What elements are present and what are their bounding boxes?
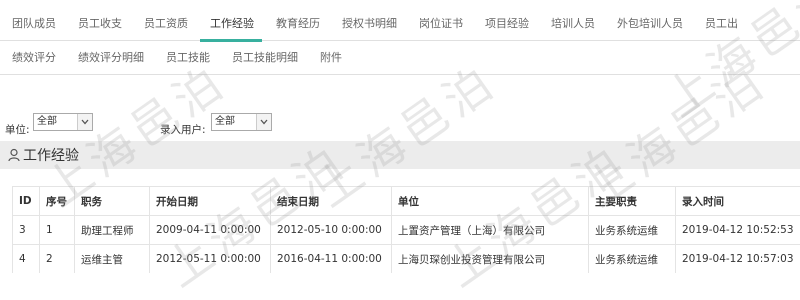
table-header-row: ID 序号 职务 开始日期 结束日期 单位 主要职责 录入时间	[13, 187, 800, 216]
unit-select-value: 全部	[37, 116, 57, 127]
filter-bar: 单位: 全部 录入用户: 全部	[0, 113, 800, 135]
unit-select[interactable]: 全部	[33, 113, 93, 131]
cell-entry-time: 2019-04-12 10:57:03	[676, 245, 800, 274]
user-icon	[8, 148, 20, 162]
user-select-value: 全部	[215, 116, 235, 127]
column-header-id[interactable]: ID	[13, 187, 40, 216]
cell-entry-time: 2019-04-12 10:52:53	[676, 216, 800, 245]
cell-position: 运维主管	[75, 245, 150, 274]
table-row[interactable]: 3 1 助理工程师 2009-04-11 0:00:00 2012-05-10 …	[13, 216, 800, 245]
tab-performance-score[interactable]: 绩效评分	[0, 49, 66, 74]
work-experience-table: ID 序号 职务 开始日期 结束日期 单位 主要职责 录入时间 3 1 助理工程…	[12, 186, 800, 273]
column-header-end-date[interactable]: 结束日期	[271, 187, 392, 216]
tab-education[interactable]: 教育经历	[264, 15, 330, 40]
cell-duties: 业务系统运维	[589, 245, 676, 274]
panel-title: 工作经验	[23, 145, 79, 165]
user-select[interactable]: 全部	[211, 113, 272, 131]
cell-company: 上置资产管理（上海）有限公司	[392, 216, 589, 245]
tabs-row-secondary: 绩效评分 绩效评分明细 员工技能 员工技能明细 附件	[0, 44, 800, 75]
unit-filter-label: 单位:	[5, 122, 30, 137]
cell-company: 上海贝琛创业投资管理有限公司	[392, 245, 589, 274]
chevron-down-icon	[256, 114, 271, 130]
cell-end-date: 2016-04-11 0:00:00	[271, 245, 392, 274]
cell-start-date: 2012-05-11 0:00:00	[150, 245, 271, 274]
tabs-row-primary: 团队成员 员工收支 员工资质 工作经验 教育经历 授权书明细 岗位证书 项目经验…	[0, 10, 800, 41]
cell-duties: 业务系统运维	[589, 216, 676, 245]
tab-employee-out[interactable]: 员工出	[693, 15, 748, 40]
tab-position-certificate[interactable]: 岗位证书	[407, 15, 473, 40]
tab-employee-skills[interactable]: 员工技能	[154, 49, 220, 74]
cell-id: 4	[13, 245, 40, 274]
chevron-down-icon	[77, 114, 92, 130]
column-header-seq[interactable]: 序号	[40, 187, 75, 216]
tab-employee-finance[interactable]: 员工收支	[66, 15, 132, 40]
tab-work-experience[interactable]: 工作经验	[198, 15, 264, 40]
cell-id: 3	[13, 216, 40, 245]
cell-start-date: 2009-04-11 0:00:00	[150, 216, 271, 245]
panel-header: 工作经验	[0, 141, 800, 169]
column-header-company[interactable]: 单位	[392, 187, 589, 216]
tab-trainees[interactable]: 培训人员	[539, 15, 605, 40]
table-row[interactable]: 4 2 运维主管 2012-05-11 0:00:00 2016-04-11 0…	[13, 245, 800, 274]
tab-authorization-details[interactable]: 授权书明细	[330, 15, 407, 40]
tab-team-members[interactable]: 团队成员	[0, 15, 66, 40]
tab-employee-skill-details[interactable]: 员工技能明细	[220, 49, 308, 74]
tab-project-experience[interactable]: 项目经验	[473, 15, 539, 40]
column-header-start-date[interactable]: 开始日期	[150, 187, 271, 216]
tab-outsourced-trainees[interactable]: 外包培训人员	[605, 15, 693, 40]
column-header-position[interactable]: 职务	[75, 187, 150, 216]
cell-seq: 1	[40, 216, 75, 245]
cell-seq: 2	[40, 245, 75, 274]
column-header-duties[interactable]: 主要职责	[589, 187, 676, 216]
cell-end-date: 2012-05-10 0:00:00	[271, 216, 392, 245]
tab-performance-score-details[interactable]: 绩效评分明细	[66, 49, 154, 74]
tab-attachments[interactable]: 附件	[308, 49, 352, 74]
cell-position: 助理工程师	[75, 216, 150, 245]
user-filter-label: 录入用户:	[160, 122, 206, 137]
column-header-entry-time[interactable]: 录入时间	[676, 187, 800, 216]
tab-employee-qualification[interactable]: 员工资质	[132, 15, 198, 40]
